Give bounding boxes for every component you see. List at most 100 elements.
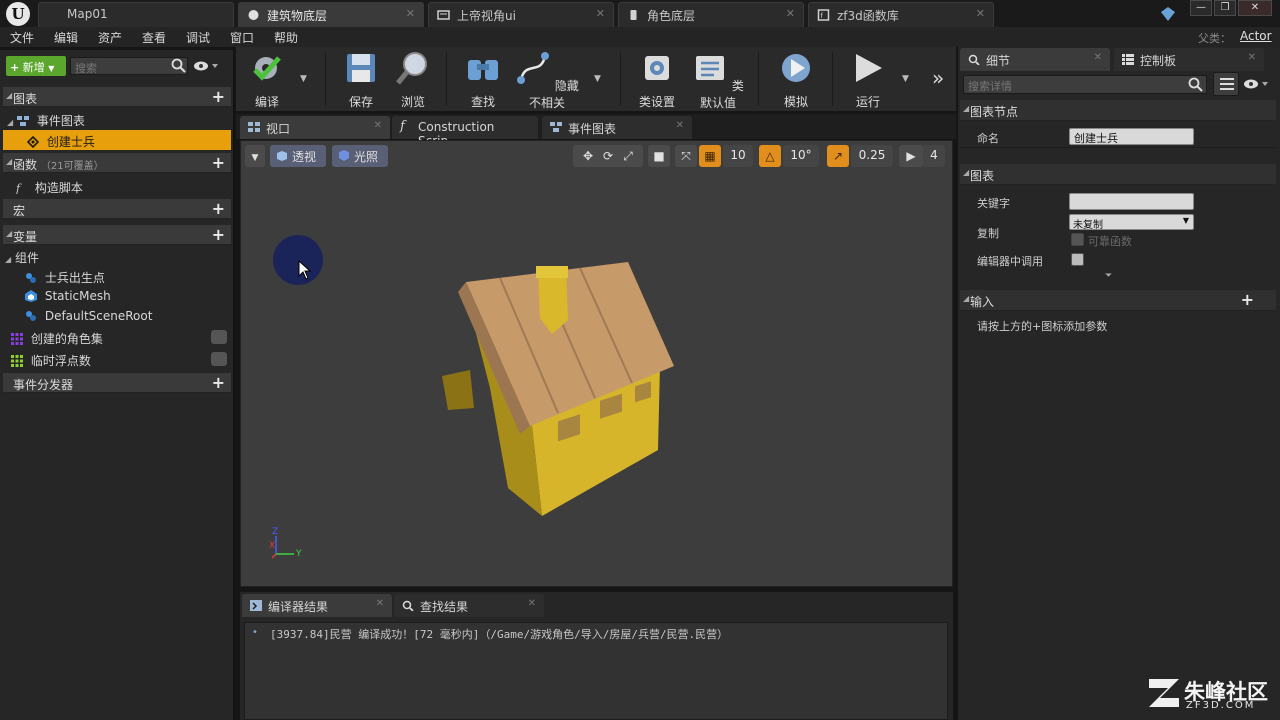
doc-tab-function-library[interactable]: f zf3d函数库 ✕: [808, 2, 994, 27]
view-options-eye-icon[interactable]: [193, 60, 219, 72]
replicate-dropdown[interactable]: 未复制 ▼: [1069, 214, 1194, 231]
menu-debug[interactable]: 调试: [186, 29, 210, 46]
graphs-section-header[interactable]: ◢ 图表 +: [3, 87, 231, 107]
component-default-scene-root[interactable]: DefaultSceneRoot: [3, 306, 231, 326]
parent-class-link[interactable]: Actor: [1240, 29, 1272, 43]
unreal-logo-icon[interactable]: U: [6, 2, 30, 26]
play-options-dropdown-icon[interactable]: ▼: [902, 74, 909, 84]
scale-snap-toggle[interactable]: ↗: [827, 145, 849, 167]
compile-button[interactable]: 编译: [244, 50, 290, 109]
camera-speed-button[interactable]: ▶: [899, 145, 923, 167]
close-icon[interactable]: ✕: [1248, 52, 1256, 63]
perspective-button[interactable]: 透视: [270, 145, 326, 167]
call-in-editor-checkbox[interactable]: [1071, 253, 1084, 266]
doc-tab-building-base[interactable]: 建筑物底层 ✕: [238, 2, 424, 27]
close-icon[interactable]: ✕: [376, 598, 384, 609]
close-icon[interactable]: ✕: [374, 120, 382, 131]
macros-section-header[interactable]: 宏 +: [3, 199, 231, 219]
hide-unrelated-button[interactable]: 隐藏不相关: [514, 50, 580, 110]
compile-log-message[interactable]: [3937.84]民营 编译成功！[72 毫秒内]（/Game/游戏角色/导入/…: [270, 626, 728, 642]
close-icon[interactable]: ✕: [406, 7, 415, 20]
visibility-toggle-icon[interactable]: [211, 330, 227, 344]
menu-file[interactable]: 文件: [10, 29, 34, 46]
property-matrix-button[interactable]: [1213, 72, 1239, 96]
save-button[interactable]: 保存: [340, 50, 382, 109]
close-icon[interactable]: ✕: [1094, 52, 1102, 63]
hide-unrelated-dropdown-icon[interactable]: ▼: [594, 74, 601, 84]
maximize-button[interactable]: ❐: [1214, 0, 1236, 16]
add-graph-plus-icon[interactable]: +: [212, 87, 225, 106]
tab-details[interactable]: 细节 ✕: [960, 48, 1110, 71]
close-icon[interactable]: ✕: [976, 7, 985, 20]
scale-icon[interactable]: ⤢: [618, 145, 638, 167]
components-category[interactable]: ◢ 组件: [3, 246, 231, 266]
event-name-input[interactable]: 创建士兵: [1069, 128, 1194, 145]
menu-view[interactable]: 查看: [142, 29, 166, 46]
camera-speed-value[interactable]: 4: [923, 145, 945, 167]
close-icon[interactable]: ✕: [596, 7, 605, 20]
close-icon[interactable]: ✕: [786, 7, 795, 20]
menu-edit[interactable]: 编辑: [54, 29, 78, 46]
menu-window[interactable]: 窗口: [230, 29, 254, 46]
add-dispatcher-plus-icon[interactable]: +: [212, 373, 225, 392]
create-soldier-event-item[interactable]: 创建士兵: [3, 130, 231, 150]
close-icon[interactable]: ✕: [528, 598, 536, 609]
menu-asset[interactable]: 资产: [98, 29, 122, 46]
tab-compiler-results[interactable]: 编译器结果 ✕: [242, 594, 392, 617]
functions-section-header[interactable]: ◢ 函数 （21可覆盖） +: [3, 153, 231, 173]
world-local-toggle[interactable]: ■: [648, 145, 670, 167]
find-button[interactable]: 查找: [462, 50, 504, 109]
add-variable-plus-icon[interactable]: +: [212, 225, 225, 244]
scale-snap-value[interactable]: 0.25: [851, 145, 893, 167]
add-function-plus-icon[interactable]: +: [212, 153, 225, 172]
lit-mode-button[interactable]: 光照: [332, 145, 388, 167]
close-icon[interactable]: ✕: [676, 120, 684, 131]
advanced-expand-icon[interactable]: ⏷: [1105, 271, 1112, 281]
rotation-snap-toggle[interactable]: △: [759, 145, 781, 167]
toolbar-overflow-chevron-icon[interactable]: »: [932, 66, 944, 90]
rotation-snap-value[interactable]: 10°: [783, 145, 819, 167]
grid-snap-value[interactable]: 10: [723, 145, 753, 167]
grid-snap-toggle[interactable]: ▦: [699, 145, 721, 167]
add-input-plus-icon[interactable]: +: [1241, 290, 1254, 309]
variable-temp-float[interactable]: 临时浮点数: [3, 349, 231, 369]
tab-event-graph[interactable]: 事件图表 ✕: [542, 116, 692, 139]
translate-arrows-icon[interactable]: ✥: [578, 145, 598, 167]
tab-palette[interactable]: 控制板 ✕: [1114, 48, 1264, 71]
compile-options-dropdown-icon[interactable]: ▼: [300, 74, 307, 84]
component-static-mesh[interactable]: StaticMesh: [3, 286, 231, 306]
simulate-button[interactable]: 模拟: [774, 50, 818, 109]
viewport-options-dropdown[interactable]: ▼: [245, 145, 265, 167]
source-control-icon[interactable]: [1160, 6, 1176, 22]
event-graph-item[interactable]: ◢ 事件图表: [3, 109, 231, 129]
doc-tab-character-base[interactable]: 角色底层 ✕: [618, 2, 804, 27]
details-search-input[interactable]: 搜索详情: [963, 75, 1207, 94]
class-defaults-button[interactable]: 类默认值: [690, 50, 746, 110]
menu-help[interactable]: 帮助: [274, 29, 298, 46]
visibility-toggle-icon[interactable]: [211, 352, 227, 366]
add-new-button[interactable]: + 新增 ▼: [6, 56, 66, 76]
play-button[interactable]: 运行: [846, 50, 890, 109]
close-window-button[interactable]: ✕: [1238, 0, 1272, 16]
surface-snap-toggle[interactable]: ⤧: [675, 145, 697, 167]
class-settings-button[interactable]: 类设置: [634, 50, 680, 109]
browse-button[interactable]: 浏览: [392, 50, 434, 109]
variable-created-characters[interactable]: 创建的角色集: [3, 327, 231, 347]
construction-script-item[interactable]: f 构造脚本: [3, 176, 231, 196]
variables-section-header[interactable]: ◢ 变量 +: [3, 225, 231, 245]
event-dispatchers-section-header[interactable]: 事件分发器 +: [3, 373, 231, 393]
keywords-input[interactable]: [1069, 193, 1194, 210]
rotate-icon[interactable]: ⟳: [598, 145, 618, 167]
add-macro-plus-icon[interactable]: +: [212, 199, 225, 218]
inputs-section-header[interactable]: ◢ 输入 +: [960, 290, 1276, 311]
component-soldier-spawn[interactable]: 士兵出生点: [3, 266, 231, 286]
tab-construction-script[interactable]: f Construction Scrip: [392, 116, 538, 148]
view-options-eye-icon[interactable]: [1243, 78, 1269, 90]
tab-find-results[interactable]: 查找结果 ✕: [394, 594, 544, 617]
minimize-button[interactable]: —: [1190, 0, 1212, 16]
graph-node-section-header[interactable]: ◢ 图表节点: [960, 100, 1276, 121]
graph-section-header[interactable]: ◢ 图表: [960, 164, 1276, 185]
doc-tab-god-view-ui[interactable]: 上帝视角ui ✕: [428, 2, 614, 27]
tab-viewport[interactable]: 视口 ✕: [240, 116, 390, 139]
reliable-checkbox[interactable]: [1071, 233, 1084, 246]
